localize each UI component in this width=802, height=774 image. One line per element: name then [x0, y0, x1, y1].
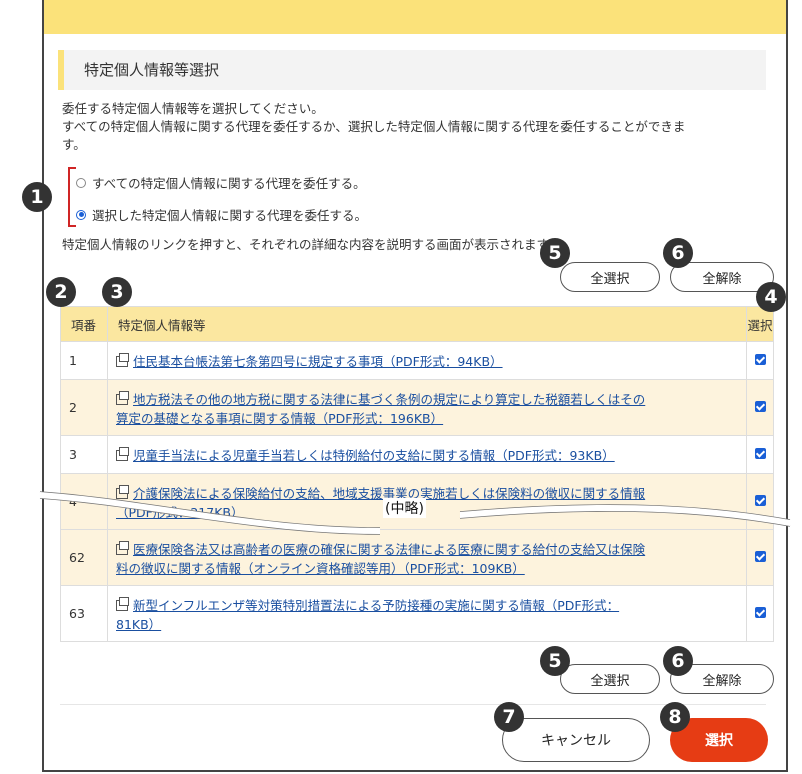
info-link[interactable]: 介護保険法による保険給付の支給、地域支援事業の実施若しくは保険料の徴収に関する情…	[116, 486, 645, 520]
row-num: 4	[60, 473, 108, 530]
footer-divider	[60, 704, 766, 705]
page-title: 特定個人情報等選択	[84, 61, 220, 79]
table-header-row: 項番 特定個人情報等 選択	[60, 306, 774, 342]
info-link[interactable]: 地方税法その他の地方税に関する法律に基づく条例の規定により算定した税額若しくはそ…	[116, 392, 645, 426]
select-all-button-top[interactable]: 全選択	[560, 262, 660, 292]
callout-3: 3	[102, 277, 132, 307]
row-info: 介護保険法による保険給付の支給、地域支援事業の実施若しくは保険料の徴収に関する情…	[107, 473, 747, 530]
row-info: 医療保険各法又は高齢者の医療の確保に関する法律による医療に関する給付の支給又は保…	[107, 529, 747, 586]
radio-label-selected: 選択した特定個人情報に関する代理を委任する。	[92, 208, 368, 223]
callout-4: 4	[756, 282, 786, 312]
radio-button-selected[interactable]	[76, 209, 86, 220]
callout-bracket	[68, 167, 76, 227]
callout-8: 8	[660, 702, 690, 732]
cancel-button[interactable]: キャンセル	[502, 718, 650, 762]
table-row: 62 医療保険各法又は高齢者の医療の確保に関する法律による医療に関する給付の支給…	[60, 529, 774, 586]
info-link[interactable]: 新型インフルエンザ等対策特別措置法による予防接種の実施に関する情報（PDF形式：…	[116, 598, 619, 632]
info-link[interactable]: 医療保険各法又は高齢者の医療の確保に関する法律による医療に関する給付の支給又は保…	[116, 542, 645, 576]
top-bar	[44, 0, 786, 34]
row-checkbox[interactable]	[754, 448, 766, 459]
header-num: 項番	[60, 306, 108, 342]
table-row: 3 児童手当法による児童手当若しくは特例給付の支給に関する情報（PDF形式：93…	[60, 435, 774, 474]
row-select	[746, 341, 774, 380]
row-checkbox[interactable]	[754, 551, 766, 562]
callout-6-bottom: 6	[663, 646, 693, 676]
radio-button-all[interactable]	[76, 177, 86, 188]
callout-1: 1	[22, 182, 52, 212]
callout-5-bottom: 5	[540, 646, 570, 676]
external-link-icon	[116, 447, 129, 461]
intro-line-1: 委任する特定個人情報等を選択してください。	[62, 101, 324, 116]
row-checkbox[interactable]	[754, 495, 766, 506]
row-num: 62	[60, 529, 108, 586]
row-num: 1	[60, 341, 108, 380]
row-select	[746, 435, 774, 474]
table-row: 2 地方税法その他の地方税に関する法律に基づく条例の規定により算定した税額若しく…	[60, 379, 774, 436]
row-select	[746, 529, 774, 586]
callout-2: 2	[46, 277, 76, 307]
row-info: 住民基本台帳法第七条第四号に規定する事項（PDF形式：94KB）	[107, 341, 747, 380]
intro-line-3: す。	[62, 137, 86, 152]
row-select	[746, 473, 774, 530]
intro-text: 委任する特定個人情報等を選択してください。 すべての特定個人情報に関する代理を委…	[62, 100, 774, 154]
table-row: 63 新型インフルエンザ等対策特別措置法による予防接種の実施に関する情報（PDF…	[60, 585, 774, 642]
callout-5-top: 5	[540, 238, 570, 268]
row-checkbox[interactable]	[754, 354, 766, 365]
info-link-line-1: 新型インフルエンザ等対策特別措置法による予防接種の実施に関する情報（PDF形式：	[133, 597, 620, 613]
info-link[interactable]: 児童手当法による児童手当若しくは特例給付の支給に関する情報（PDF形式：93KB…	[133, 448, 615, 463]
row-num: 2	[60, 379, 108, 436]
row-select	[746, 585, 774, 642]
radio-label-all: すべての特定個人情報に関する代理を委任する。	[92, 176, 366, 191]
row-info: 児童手当法による児童手当若しくは特例給付の支給に関する情報（PDF形式：93KB…	[107, 435, 747, 474]
callout-6-top: 6	[663, 238, 693, 268]
external-link-icon	[116, 540, 129, 555]
info-link-line-1: 地方税法その他の地方税に関する法律に基づく条例の規定により算定した税額若しくはそ…	[133, 391, 646, 407]
table-row: 1 住民基本台帳法第七条第四号に規定する事項（PDF形式：94KB）	[60, 341, 774, 380]
radio-all-info[interactable]: すべての特定個人情報に関する代理を委任する。	[76, 173, 366, 192]
section-header: 特定個人情報等選択	[58, 50, 766, 90]
external-link-icon	[116, 484, 129, 499]
row-checkbox[interactable]	[754, 607, 766, 618]
info-link[interactable]: 住民基本台帳法第七条第四号に規定する事項（PDF形式：94KB）	[133, 354, 503, 369]
link-note: 特定個人情報のリンクを押すと、それぞれの詳細な内容を説明する画面が表示されます。	[62, 237, 561, 252]
row-checkbox[interactable]	[754, 401, 766, 412]
info-link-line-2: 料の徴収に関する情報（オンライン資格確認等用）（PDF形式：109KB）	[116, 560, 525, 576]
external-link-icon	[116, 596, 129, 611]
row-info: 地方税法その他の地方税に関する法律に基づく条例の規定により算定した税額若しくはそ…	[107, 379, 747, 436]
callout-7: 7	[494, 702, 524, 732]
external-link-icon	[116, 390, 129, 405]
intro-line-2: すべての特定個人情報に関する代理を委任するか、選択した特定個人情報に関する代理を…	[62, 119, 686, 134]
row-info: 新型インフルエンザ等対策特別措置法による予防接種の実施に関する情報（PDF形式：…	[107, 585, 747, 642]
radio-selected-info[interactable]: 選択した特定個人情報に関する代理を委任する。	[76, 205, 367, 224]
info-link-line-2: （PDF形式：217KB）	[116, 504, 244, 520]
info-link-line-1: 医療保険各法又は高齢者の医療の確保に関する法律による医療に関する給付の支給又は保…	[133, 541, 646, 557]
row-num: 3	[60, 435, 108, 474]
row-num: 63	[60, 585, 108, 642]
select-all-button-bottom[interactable]: 全選択	[560, 664, 660, 694]
row-select	[746, 379, 774, 436]
external-link-icon	[116, 353, 129, 367]
omission-label: (中略)	[383, 498, 426, 518]
header-info: 特定個人情報等	[107, 306, 747, 342]
info-link-line-2: 算定の基礎となる事項に関する情報（PDF形式：196KB）	[116, 410, 444, 426]
info-table: 項番 特定個人情報等 選択 1 住民基本台帳法第七条第四号に規定する事項（PDF…	[60, 306, 774, 642]
info-link-line-2: 81KB）	[116, 616, 162, 632]
